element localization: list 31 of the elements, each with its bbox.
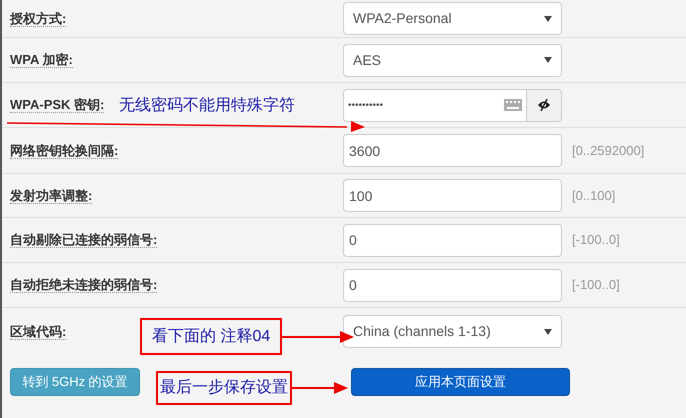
apply-button[interactable]: 应用本页面设置: [351, 368, 570, 396]
input-field[interactable]: 0: [343, 268, 562, 302]
dropdown[interactable]: China (channels 1-13): [343, 315, 562, 348]
caret-icon: [544, 16, 552, 22]
arrow-icon: [282, 330, 354, 344]
show-password-button[interactable]: [527, 88, 562, 122]
range-hint: [-100..0]: [572, 231, 620, 250]
arrow-icon: [292, 381, 348, 395]
password-field[interactable]: ••••••••••: [343, 88, 527, 122]
input-field[interactable]: 3600: [343, 134, 562, 167]
field-label: WPA 加密:: [10, 52, 73, 68]
input-field[interactable]: 0: [343, 224, 562, 256]
field-label: 区域代码:: [10, 324, 66, 340]
input-field[interactable]: 100: [343, 179, 562, 212]
field-label: 网络密钥轮换间隔:: [10, 142, 118, 158]
field-label: 发射功率调整:: [10, 188, 92, 204]
caret-icon: [544, 57, 552, 63]
field-label: WPA-PSK 密钥:: [10, 97, 104, 113]
field-label: 授权方式:: [10, 10, 66, 26]
dropdown[interactable]: WPA2-Personal: [343, 2, 562, 35]
annotation-note: 看下面的 注释04: [140, 318, 282, 355]
range-hint: [-100..0]: [572, 276, 620, 294]
range-hint: [0..2592000]: [572, 142, 644, 160]
field-label: 自动拒绝未连接的弱信号:: [10, 277, 158, 293]
range-hint: [0..100]: [572, 186, 616, 205]
eye-slash-icon: [537, 99, 551, 111]
arrow-icon: [7, 118, 365, 132]
dropdown[interactable]: AES: [343, 44, 562, 76]
annotation-note: 最后一步保存设置: [156, 371, 292, 405]
caret-icon: [544, 328, 552, 334]
field-label: 自动剔除已连接的弱信号:: [10, 232, 158, 248]
